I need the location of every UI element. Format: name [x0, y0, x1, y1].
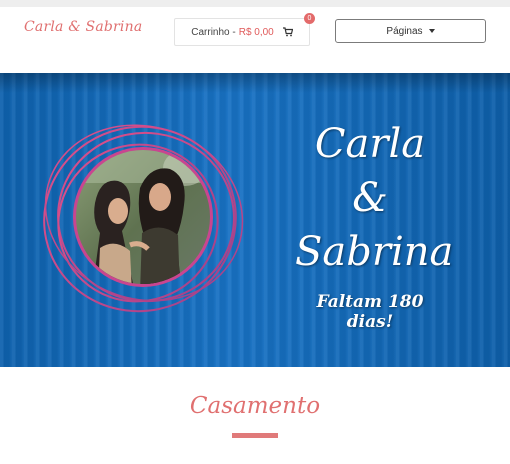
top-border [0, 0, 510, 7]
wedding-countdown: Faltam 180 dias! [316, 292, 424, 332]
caret-down-icon [428, 29, 435, 33]
section-title: Casamento [189, 393, 321, 419]
cart-button[interactable]: Carrinho - R$ 0,00 [174, 18, 310, 46]
cart-label: Carrinho - [191, 26, 236, 38]
site-logo[interactable]: Carla & Sabrina [24, 19, 142, 35]
hero-name-1: Carla [314, 121, 426, 167]
hero-ampersand: & [352, 175, 388, 221]
cart-total: R$ 0,00 [238, 26, 274, 38]
hero-banner: Carla & Sabrina Faltam 180 dias! [0, 73, 510, 367]
hero-name-2: Sabrina [295, 229, 454, 275]
couple-photo [76, 150, 210, 284]
pages-label: Páginas [386, 25, 423, 37]
site-header: Carla & Sabrina Carrinho - R$ 0,00 0 Pág… [0, 7, 510, 73]
cart-icon [282, 27, 293, 37]
cart-count-badge: 0 [304, 13, 315, 24]
section-divider [232, 433, 278, 438]
pages-dropdown-button[interactable]: Páginas [335, 19, 486, 43]
